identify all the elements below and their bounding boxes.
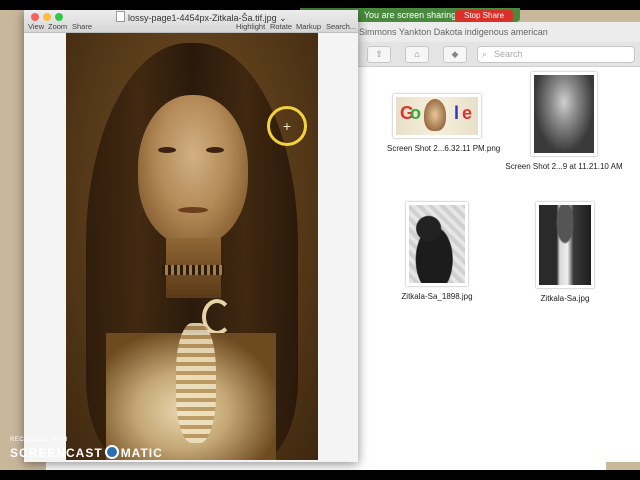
search-placeholder: Search [494,49,523,59]
file-thumbnail [406,202,468,286]
document-icon [116,11,125,22]
file-item[interactable]: G o l e Screen Shot 2...6.32.11 PM.png [387,94,501,153]
file-name: Screen Shot 2...9 at 11.21.10 AM [505,162,623,171]
file-name: Zitkala-Sa.jpg [540,294,590,303]
portrait-photo[interactable] [66,33,318,460]
maximize-button[interactable] [55,13,63,21]
stop-share-button[interactable]: Stop Share [455,10,513,22]
share-icon[interactable]: ⇧ [367,46,391,63]
menu-search[interactable]: Search... [326,22,356,31]
menu-view[interactable]: View [28,22,44,31]
file-item[interactable]: Zitkala-Sa_1898.jpg [387,202,487,301]
menu-zoom[interactable]: Zoom [48,22,67,31]
letterbox-bottom [0,470,640,480]
file-name: Screen Shot 2...6.32.11 PM.png [387,144,501,153]
finder-search-input[interactable]: ⌕ Search [477,46,635,63]
file-thumbnail [531,72,597,156]
file-thumbnail [536,202,594,288]
file-name: Zitkala-Sa_1898.jpg [401,292,473,301]
file-item[interactable]: Zitkala-Sa.jpg [515,202,615,303]
screencast-watermark: RECORDED WITH SCREENCAST MATIC [10,437,163,460]
menu-markup[interactable]: Markup [296,22,321,31]
preview-titlebar: lossy-page1-4454px-Zitkala-Ša.tif.jpg ⌄ … [24,10,358,33]
menu-rotate[interactable]: Rotate [270,22,292,31]
finder-toolbar: ⇧ ⌂ ◆ ⌕ Search [331,42,640,67]
dropbox-icon[interactable]: ◆ [443,46,467,63]
minimize-button[interactable] [43,13,51,21]
menu-share[interactable]: Share [72,22,92,31]
preview-content [24,33,358,462]
crosshair-cursor-icon: + [282,118,292,134]
screen-share-text: You are screen sharing [363,10,457,20]
cursor-highlight-ring: + [267,106,307,146]
search-icon: ⌕ [482,49,488,59]
close-button[interactable] [31,13,39,21]
finder-title: Simmons Yankton Dakota indigenous americ… [331,22,640,42]
file-item[interactable]: Screen Shot 2...9 at 11.21.10 AM [499,72,629,171]
preview-window: lossy-page1-4454px-Zitkala-Ša.tif.jpg ⌄ … [24,10,358,462]
file-thumbnail: G o l e [393,94,481,138]
menu-highlight[interactable]: Highlight [236,22,265,31]
screencast-logo-icon [104,445,119,459]
tag-icon[interactable]: ⌂ [405,46,429,63]
finder-window: Simmons Yankton Dakota indigenous americ… [330,22,640,462]
